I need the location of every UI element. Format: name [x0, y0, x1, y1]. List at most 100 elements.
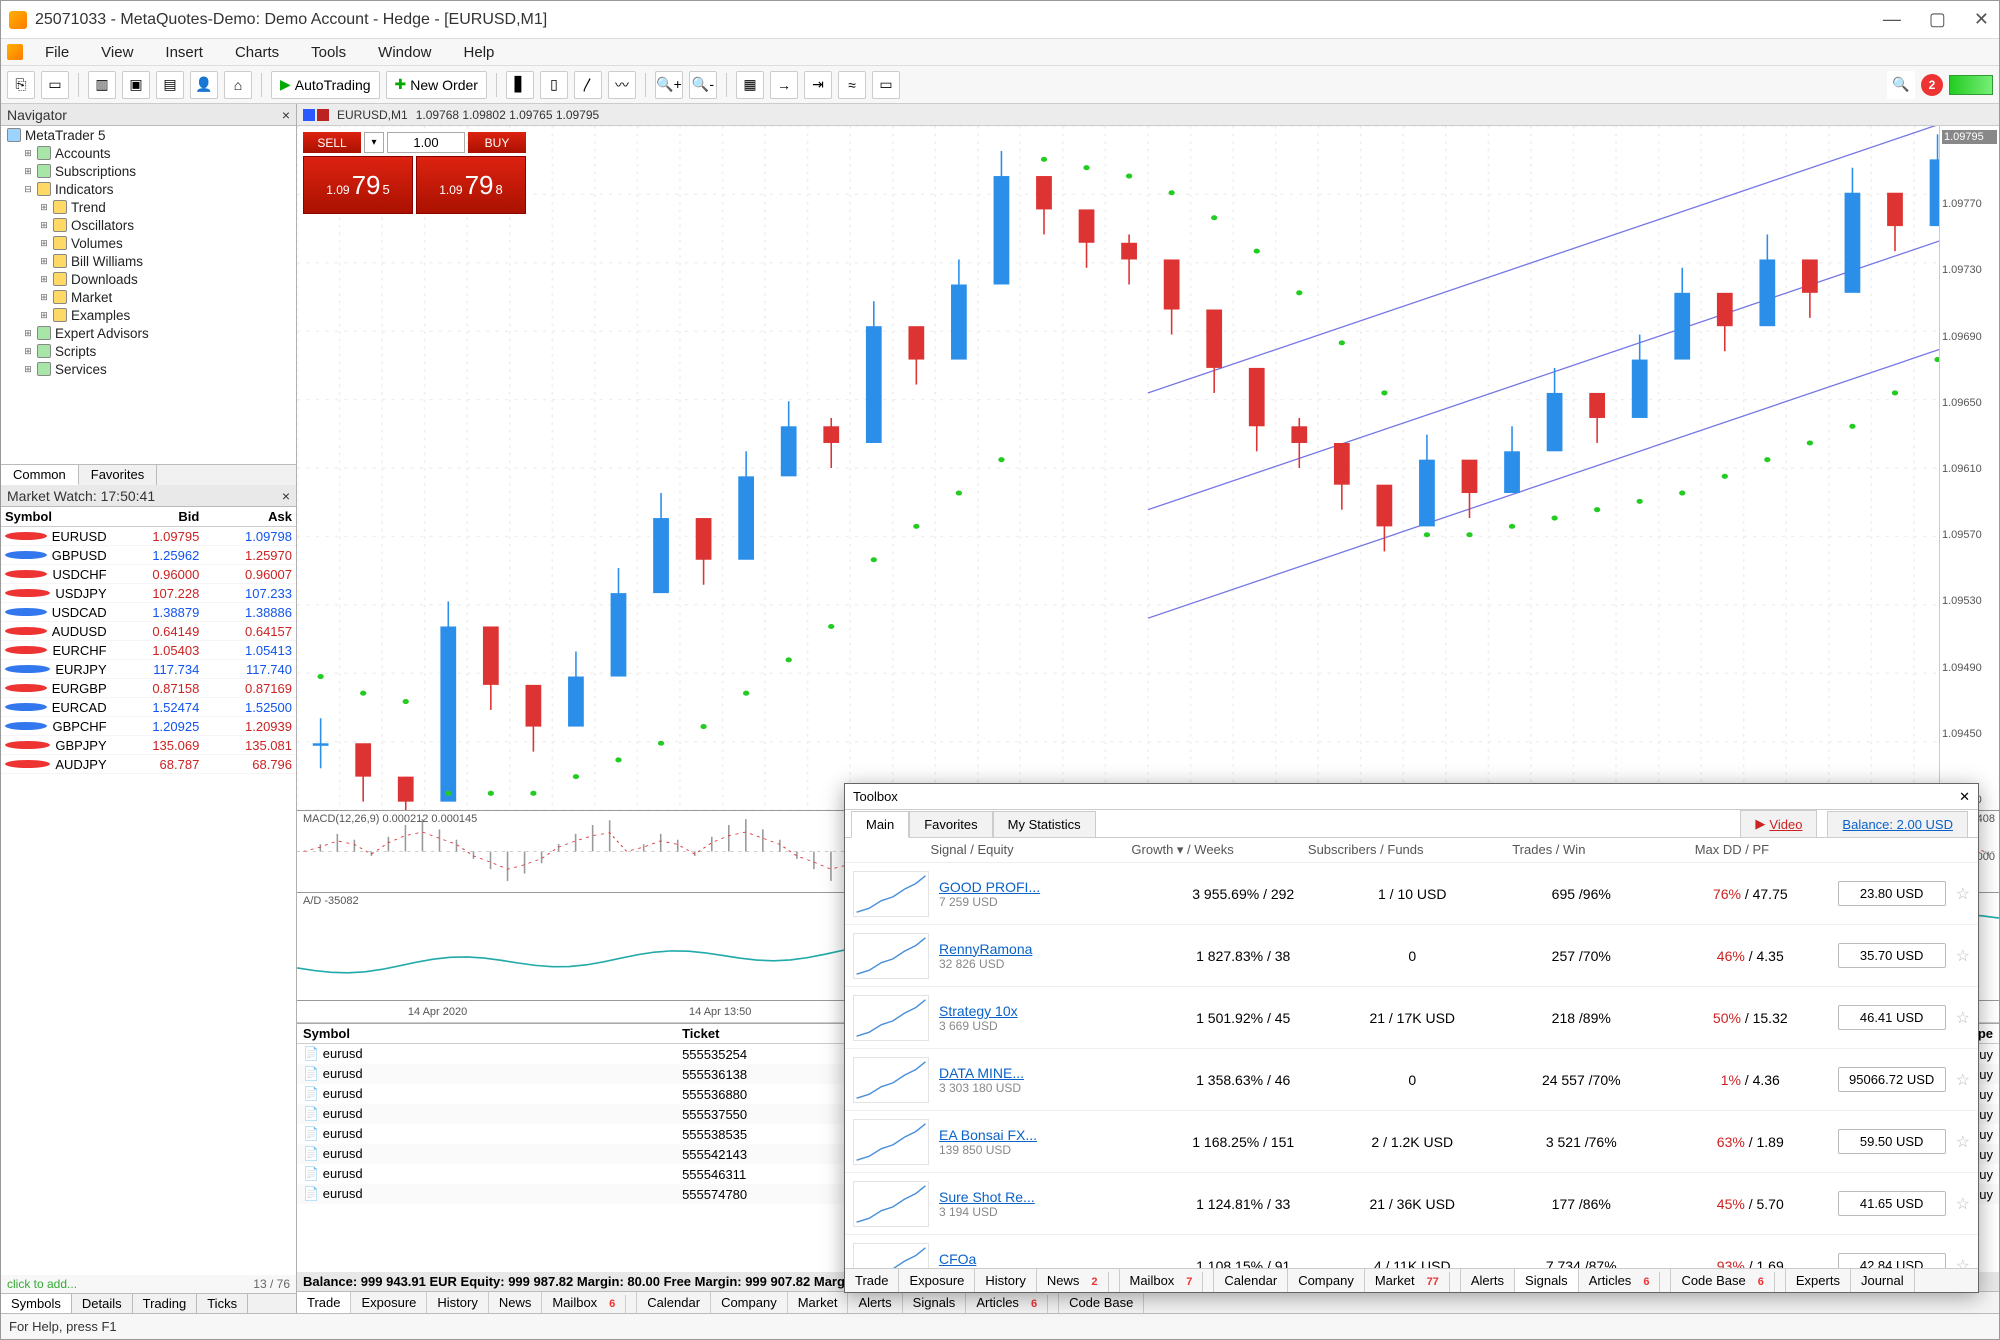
sell-tab[interactable]: SELL [303, 132, 361, 153]
price-button[interactable]: 35.70 USD [1838, 943, 1946, 968]
toolbox-window[interactable]: Toolbox ✕ Main Favorites My Statistics ▶… [844, 783, 1979, 1293]
orders-tab[interactable]: History [427, 1292, 488, 1313]
tree-item[interactable]: ⊞Downloads [1, 270, 296, 288]
autotrading-button[interactable]: ▶AutoTrading [271, 71, 380, 99]
toolbox-btm-tab[interactable]: Signals [1515, 1269, 1579, 1292]
tb-zoomout-icon[interactable]: 🔍- [689, 71, 717, 99]
signal-row[interactable]: GOOD PROFI...7 259 USD 3 955.69% / 292 1… [845, 863, 1978, 925]
tb-shift-icon[interactable]: → [770, 71, 798, 99]
orders-tab[interactable]: Trade [297, 1292, 351, 1313]
menu-tools[interactable]: Tools [295, 42, 362, 63]
tb-navigator-icon[interactable]: ▣ [122, 71, 150, 99]
tb-scroll-icon[interactable]: ⇥ [804, 71, 832, 99]
tb-tick-chart-icon[interactable]: 〰 [608, 71, 636, 99]
signal-link[interactable]: GOOD PROFI... [939, 879, 1159, 895]
tb-profiles-icon[interactable]: ▭ [41, 71, 69, 99]
signal-row[interactable]: CFOa6 970 USD 1 108.15% / 91 4 / 11K USD… [845, 1235, 1978, 1268]
tree-item[interactable]: ⊞Trend [1, 198, 296, 216]
tree-item[interactable]: ⊞Subscriptions [1, 162, 296, 180]
orders-tab[interactable]: Alerts [848, 1292, 902, 1313]
video-link[interactable]: ▶ Video [1740, 810, 1817, 837]
signal-link[interactable]: Sure Shot Re... [939, 1189, 1159, 1205]
price-button[interactable]: 41.65 USD [1838, 1191, 1946, 1216]
tb-bar-chart-icon[interactable]: ▋ [506, 71, 534, 99]
tb-candle-icon[interactable]: ▯ [540, 71, 568, 99]
tree-item[interactable]: ⊞Expert Advisors [1, 324, 296, 342]
mw-row[interactable]: GBPCHF1.209251.20939 [1, 717, 296, 736]
mw-row[interactable]: AUDUSD0.641490.64157 [1, 622, 296, 641]
mw-tab-details[interactable]: Details [72, 1294, 133, 1313]
signal-link[interactable]: EA Bonsai FX... [939, 1127, 1159, 1143]
price-button[interactable]: 23.80 USD [1838, 881, 1946, 906]
star-icon[interactable]: ☆ [1956, 1256, 1970, 1269]
tree-item[interactable]: ⊞Examples [1, 306, 296, 324]
toolbox-btm-tab[interactable]: News2 [1037, 1269, 1120, 1292]
mw-row[interactable]: USDJPY107.228107.233 [1, 584, 296, 603]
mw-row[interactable]: GBPJPY135.069135.081 [1, 736, 296, 755]
price-button[interactable]: 95066.72 USD [1838, 1067, 1946, 1092]
toolbox-btm-tab[interactable]: Journal [1851, 1269, 1915, 1292]
balance-link[interactable]: Balance: 2.00 USD [1827, 811, 1968, 837]
toolbox-close-icon[interactable]: ✕ [1959, 789, 1970, 805]
notification-badge[interactable]: 2 [1921, 74, 1943, 96]
mw-row[interactable]: AUDJPY68.78768.796 [1, 755, 296, 774]
orders-tab[interactable]: Signals [903, 1292, 967, 1313]
toolbox-btm-tab[interactable]: Code Base6 [1671, 1269, 1785, 1292]
mw-tab-trading[interactable]: Trading [133, 1294, 198, 1313]
sell-dropdown-icon[interactable]: ▾ [364, 132, 384, 153]
price-button[interactable]: 42.84 USD [1838, 1253, 1946, 1268]
toolbox-btm-tab[interactable]: History [975, 1269, 1036, 1292]
tb-indicators-icon[interactable]: ≈ [838, 71, 866, 99]
toolbox-btm-tab[interactable]: Mailbox7 [1120, 1269, 1215, 1292]
minimize-icon[interactable]: — [1883, 9, 1901, 30]
toolbox-btm-tab[interactable]: Calendar [1214, 1269, 1288, 1292]
toolbox-btm-tab[interactable]: Market77 [1365, 1269, 1461, 1292]
signal-link[interactable]: Strategy 10x [939, 1003, 1159, 1019]
orders-tab[interactable]: Code Base [1059, 1292, 1144, 1313]
toolbox-btm-tab[interactable]: Company [1288, 1269, 1365, 1292]
toolbox-tab-main[interactable]: Main [851, 811, 909, 838]
price-button[interactable]: 59.50 USD [1838, 1129, 1946, 1154]
tb-ide-icon[interactable]: ⌂ [224, 71, 252, 99]
mw-row[interactable]: EURCAD1.524741.52500 [1, 698, 296, 717]
tb-tile-icon[interactable]: ▦ [736, 71, 764, 99]
tb-new-chart-icon[interactable]: ⎘ [7, 71, 35, 99]
tree-item[interactable]: ⊞Volumes [1, 234, 296, 252]
nav-tab-favorites[interactable]: Favorites [79, 465, 157, 485]
toolbox-btm-tab[interactable]: Alerts [1461, 1269, 1515, 1292]
tree-item[interactable]: ⊞Market [1, 288, 296, 306]
tree-item[interactable]: ⊟Indicators [1, 180, 296, 198]
mw-tab-symbols[interactable]: Symbols [1, 1294, 72, 1313]
search-icon[interactable]: 🔍 [1887, 71, 1915, 99]
orders-tab[interactable]: Company [711, 1292, 788, 1313]
star-icon[interactable]: ☆ [1956, 1008, 1970, 1028]
tb-account-icon[interactable]: 👤 [190, 71, 218, 99]
menu-file[interactable]: File [29, 42, 85, 63]
tb-zoomin-icon[interactable]: 🔍+ [655, 71, 683, 99]
tree-item[interactable]: ⊞Bill Williams [1, 252, 296, 270]
tb-toolbox-icon[interactable]: ▤ [156, 71, 184, 99]
mw-row[interactable]: EURJPY117.734117.740 [1, 660, 296, 679]
star-icon[interactable]: ☆ [1956, 1194, 1970, 1214]
buy-tab[interactable]: BUY [468, 132, 526, 153]
toolbox-tab-mystats[interactable]: My Statistics [993, 811, 1096, 837]
nav-tab-common[interactable]: Common [1, 465, 79, 485]
price-button[interactable]: 46.41 USD [1838, 1005, 1946, 1030]
orders-tab[interactable]: News [489, 1292, 543, 1313]
chart-main[interactable]: SELL ▾ 1.00 BUY 1.09795 1.09798 [297, 126, 1999, 811]
sell-panel[interactable]: 1.09795 [303, 156, 413, 214]
orders-tab[interactable]: Exposure [351, 1292, 427, 1313]
star-icon[interactable]: ☆ [1956, 1132, 1970, 1152]
tb-line-chart-icon[interactable]: 〳 [574, 71, 602, 99]
orders-tab[interactable]: Mailbox6 [542, 1292, 637, 1313]
close-icon[interactable]: ✕ [1974, 9, 1989, 30]
mw-row[interactable]: EURUSD1.097951.09798 [1, 527, 296, 546]
buy-panel[interactable]: 1.09798 [416, 156, 526, 214]
tree-root[interactable]: MetaTrader 5 [1, 126, 296, 144]
toolbox-btm-tab[interactable]: Articles6 [1579, 1269, 1672, 1292]
orders-tab[interactable]: Calendar [637, 1292, 711, 1313]
mw-tab-ticks[interactable]: Ticks [197, 1294, 248, 1313]
menu-view[interactable]: View [85, 42, 149, 63]
tb-templates-icon[interactable]: ▭ [872, 71, 900, 99]
marketwatch-add[interactable]: click to add... [7, 1277, 77, 1291]
